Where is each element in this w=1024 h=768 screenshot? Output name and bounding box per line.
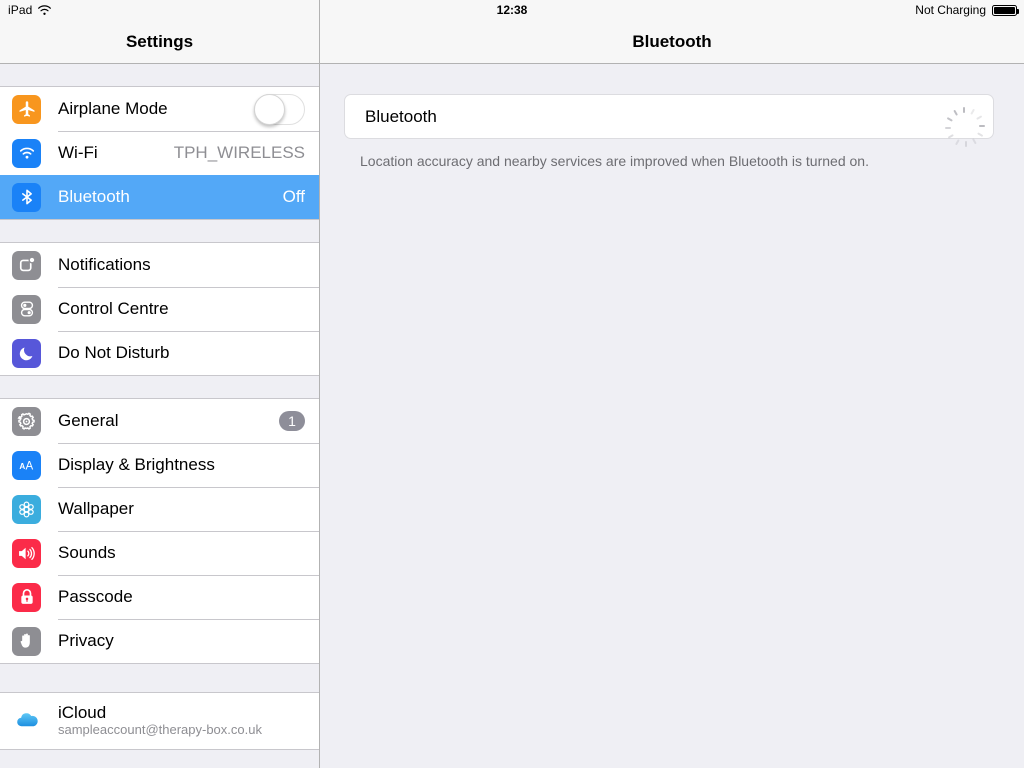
sidebar-group-notifications: Notifications Control Centre Do Not Dist… [0,242,319,376]
sidebar-group-connectivity: Airplane Mode Wi-Fi TPH_WIRELESS Bluetoo… [0,86,319,220]
page-title: Settings [125,31,194,51]
settings-sidebar: Settings Airplane Mode Wi-Fi TPH_WIRELES… [0,0,320,768]
bluetooth-detail-pane: Bluetooth Bluetooth Location accuracy an… [320,0,1024,768]
hand-icon [12,626,41,656]
sidebar-item-wallpaper[interactable]: Wallpaper [0,487,319,531]
icloud-account-email: sampleaccount@therapy-box.co.uk [58,722,262,738]
group-spacer [0,664,319,692]
sidebar-item-label: Airplane Mode [58,98,168,118]
moon-icon [12,338,41,368]
sidebar-header: Settings [0,0,319,64]
sidebar-item-control-centre[interactable]: Control Centre [0,287,319,331]
gear-icon [12,406,41,436]
sidebar-item-label: Control Centre [58,298,169,318]
bluetooth-toggle-row[interactable]: Bluetooth [344,94,994,147]
group-spacer [0,64,319,86]
activity-spinner-icon [945,106,985,147]
sidebar-item-label: Privacy [58,630,114,650]
lock-icon [12,582,41,612]
toggle-knob [254,93,285,125]
status-badge: 1 [279,411,305,431]
sidebar-item-label: Wi-Fi [58,142,98,162]
sidebar-item-passcode[interactable]: Passcode [0,575,319,619]
bluetooth-row-label: Bluetooth [365,106,437,126]
sidebar-item-label: Do Not Disturb [58,342,170,362]
detail-body: Bluetooth Location accuracy and nearby s… [320,64,1024,170]
wallpaper-icon [12,494,41,524]
sidebar-item-label: Notifications [58,254,151,274]
sidebar-item-label: General [58,410,119,430]
sidebar-item-privacy[interactable]: Privacy [0,619,319,663]
sidebar-item-display-brightness[interactable]: A A Display & Brightness [0,443,319,487]
sidebar-item-bluetooth[interactable]: Bluetooth Off [0,175,319,219]
detail-header: Bluetooth [320,0,1024,64]
airplane-icon [12,94,41,124]
detail-page-title: Bluetooth [632,31,712,51]
sidebar-item-sounds[interactable]: Sounds [0,531,319,575]
sidebar-item-label: Passcode [58,586,133,606]
ipad-settings-screen: Settings Airplane Mode Wi-Fi TPH_WIRELES… [0,0,1024,768]
sidebar-group-system: General 1 A A Display & Brightness Wallp… [0,398,319,664]
group-spacer [0,220,319,242]
bluetooth-footnote: Location accuracy and nearby services ar… [360,153,869,169]
sidebar-item-wifi[interactable]: Wi-Fi TPH_WIRELESS [0,131,319,175]
group-spacer [0,376,319,398]
sidebar-item-label: Sounds [58,542,116,562]
icloud-text: iCloud sampleaccount@therapy-box.co.uk [58,702,262,739]
control-centre-icon [12,294,41,324]
sidebar-item-icloud[interactable]: iCloud sampleaccount@therapy-box.co.uk [0,693,319,749]
sidebar-item-label: Display & Brightness [58,454,215,474]
svg-text:A: A [26,460,34,472]
wifi-icon [12,138,41,168]
sidebar-item-airplane-mode[interactable]: Airplane Mode [0,87,319,131]
icloud-icon [12,706,41,736]
notifications-icon [12,250,41,280]
svg-text:A: A [19,461,25,470]
bluetooth-icon [12,182,41,212]
sidebar-group-accounts: iCloud sampleaccount@therapy-box.co.uk [0,692,319,750]
sidebar-item-label: Wallpaper [58,498,134,518]
display-brightness-icon: A A [12,450,41,480]
speaker-icon [12,538,41,568]
sidebar-item-label: Bluetooth [58,186,130,206]
wifi-network-value: TPH_WIRELESS [173,143,305,162]
sidebar-item-label: iCloud [58,702,107,722]
sidebar-item-notifications[interactable]: Notifications [0,243,319,287]
sidebar-item-do-not-disturb[interactable]: Do Not Disturb [0,331,319,375]
bluetooth-state-value: Off [282,187,305,206]
sidebar-item-general[interactable]: General 1 [0,399,319,443]
airplane-mode-toggle[interactable] [254,93,305,125]
